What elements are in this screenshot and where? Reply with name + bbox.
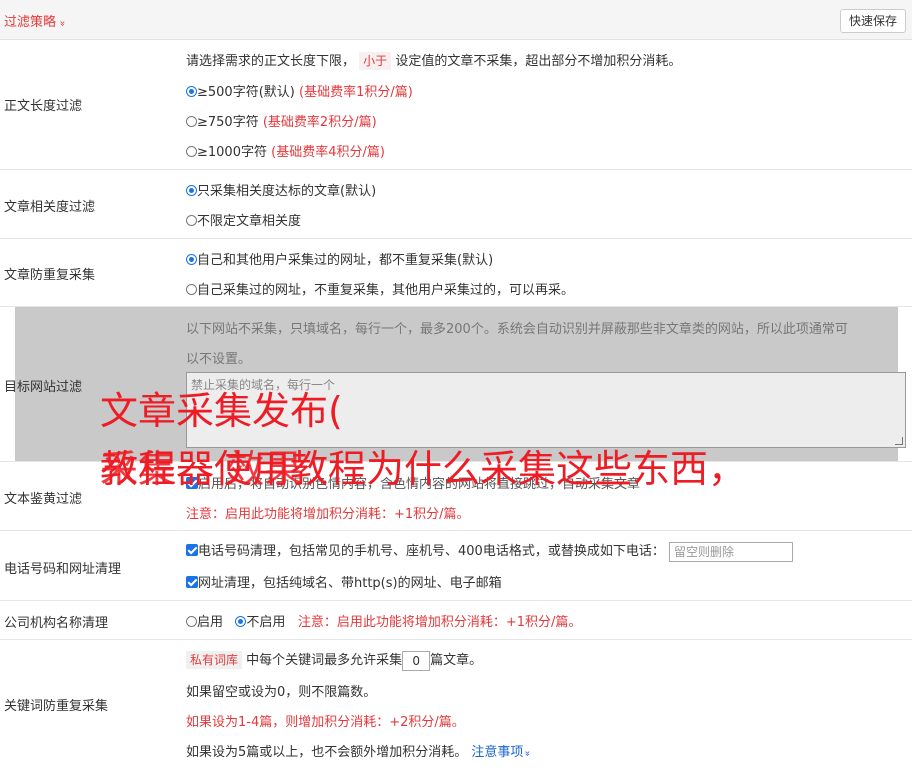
porn-filter-label: 文本鉴黄过滤 xyxy=(4,492,83,507)
length-filter-label: 正文长度过滤 xyxy=(4,99,83,114)
option-label: ≥1000字符 xyxy=(197,145,267,160)
notes-link[interactable]: 注意事项» xyxy=(471,745,533,760)
option-label: 启用 xyxy=(197,615,224,630)
option-label: ≥750字符 xyxy=(197,115,259,130)
site-filter-description-line2: 以不设置。 xyxy=(186,352,252,367)
keyword-dedupe-line4: 如果设为5篇或以上，也不会额外增加积分消耗。 注意事项» xyxy=(186,741,533,760)
relevance-option-qualified[interactable]: 只采集相关度达标的文章(默认) xyxy=(186,180,376,199)
dedupe-option-all-users[interactable]: 自己和其他用户采集过的网址，都不重复采集(默认) xyxy=(186,249,493,268)
length-option-1000[interactable]: ≥1000字符 (基础费率4积分/篇) xyxy=(186,141,385,160)
length-filter-description: 请选择需求的正文长度下限， 小于 设定值的文章不采集，超出部分不增加积分消耗。 xyxy=(186,50,681,70)
url-clean-text: 网址清理，包括纯域名、带http(s)的网址、电子邮箱 xyxy=(198,576,502,591)
contact-clean-row: 电话号码和网址清理 电话号码清理，包括常见的手机号、座机号、400电话格式，或替… xyxy=(0,531,912,601)
keyword-dedupe-line2: 如果留空或设为0，则不限篇数。 xyxy=(186,685,377,700)
radio-selected-icon[interactable] xyxy=(186,86,197,97)
filter-strategy-title[interactable]: 过滤策略» xyxy=(4,11,68,30)
keyword-dedupe-line3: 如果设为1-4篇，则增加积分消耗：+2积分/篇。 xyxy=(186,715,465,730)
less-than-tag: 小于 xyxy=(359,52,392,70)
radio-unselected-icon[interactable] xyxy=(186,215,197,226)
relevance-option-unlimited[interactable]: 不限定文章相关度 xyxy=(186,210,301,229)
dedupe-label: 文章防重复采集 xyxy=(4,268,96,283)
max-articles-per-keyword-input[interactable]: 0 xyxy=(402,650,431,671)
phone-clean-option[interactable]: 电话号码清理，包括常见的手机号、座机号、400电话格式，或替换成如下电话： 留空… xyxy=(186,540,793,562)
company-clean-label: 公司机构名称清理 xyxy=(4,616,109,631)
url-clean-option[interactable]: 网址清理，包括纯域名、带http(s)的网址、电子邮箱 xyxy=(186,572,502,591)
replacement-phone-input[interactable]: 留空则删除 xyxy=(668,541,793,562)
length-option-750[interactable]: ≥750字符 (基础费率2积分/篇) xyxy=(186,111,377,130)
relevance-filter-row: 文章相关度过滤 只采集相关度达标的文章(默认) 不限定文章相关度 xyxy=(0,170,912,239)
length-option-500[interactable]: ≥500字符(默认) (基础费率1积分/篇) xyxy=(186,81,413,100)
company-clean-disable-option[interactable]: 不启用 xyxy=(235,615,285,630)
dedupe-row: 文章防重复采集 自己和其他用户采集过的网址，都不重复采集(默认) 自己采集过的网… xyxy=(0,239,912,307)
url-clean-checkbox[interactable] xyxy=(186,576,198,588)
relevance-filter-label: 文章相关度过滤 xyxy=(4,200,96,215)
overlay-title-line1: 文章采集发布( xyxy=(100,389,343,433)
radio-unselected-icon[interactable] xyxy=(186,616,197,627)
filter-strategy-label: 过滤策略 xyxy=(4,15,57,30)
porn-filter-note: 注意：启用此功能将增加积分消耗：+1积分/篇。 xyxy=(186,507,470,522)
dedupe-option-self-only[interactable]: 自己采集过的网址，不重复采集，其他用户采集过的，可以再采。 xyxy=(186,279,574,298)
radio-selected-icon[interactable] xyxy=(235,616,247,627)
option-label: ≥500字符(默认) xyxy=(197,85,295,100)
option-label: 自己采集过的网址，不重复采集，其他用户采集过的，可以再采。 xyxy=(197,283,575,298)
double-chevron-down-icon: » xyxy=(56,20,68,27)
length-filter-row: 正文长度过滤 请选择需求的正文长度下限， 小于 设定值的文章不采集，超出部分不增… xyxy=(0,40,912,170)
notes-link-label: 注意事项 xyxy=(471,745,524,760)
option-rate-note: (基础费率1积分/篇) xyxy=(299,85,413,100)
keyword-dedupe-row: 关键词防重复采集 私有词库 中每个关键词最多允许采集 0 篇文章。 如果留空或设为0… xyxy=(0,640,912,768)
option-rate-note: (基础费率2积分/篇) xyxy=(262,115,377,130)
filter-strategy-header: 过滤策略» 快速保存 xyxy=(0,0,912,40)
keyword-dedupe-line4-text: 如果设为5篇或以上，也不会额外增加积分消耗。 xyxy=(186,745,468,760)
keyword-dedupe-text: 中每个关键词最多允许采集 xyxy=(246,653,403,668)
company-clean-row: 公司机构名称清理 启用 不启用 注意：启用此功能将增加积分消耗：+1积分/篇。 xyxy=(0,601,912,640)
option-rate-note: (基础费率4积分/篇) xyxy=(271,145,385,160)
phone-clean-checkbox[interactable] xyxy=(186,544,198,556)
option-label: 不启用 xyxy=(246,615,286,630)
option-label: 不限定文章相关度 xyxy=(197,214,302,229)
keyword-dedupe-label: 关键词防重复采集 xyxy=(4,699,109,714)
radio-unselected-icon[interactable] xyxy=(186,284,197,295)
option-label: 自己和其他用户采集过的网址，都不重复采集(默认) xyxy=(197,253,494,268)
radio-selected-icon[interactable] xyxy=(186,185,197,196)
quick-save-button[interactable]: 快速保存 xyxy=(839,9,906,33)
contact-clean-label: 电话号码和网址清理 xyxy=(4,562,122,577)
overlay-title-line2b: 采集器 效果 xyxy=(100,447,303,491)
radio-unselected-icon[interactable] xyxy=(186,116,197,127)
company-clean-enable-option[interactable]: 启用 xyxy=(186,615,223,630)
company-clean-options: 启用 不启用 注意：启用此功能将增加积分消耗：+1积分/篇。 xyxy=(186,611,581,630)
option-label: 只采集相关度达标的文章(默认) xyxy=(197,184,377,199)
phone-clean-text: 电话号码清理，包括常见的手机号、座机号、400电话格式，或替换成如下电话： xyxy=(198,544,665,559)
length-desc-before: 请选择需求的正文长度下限， xyxy=(186,54,356,69)
double-chevron-down-icon: » xyxy=(522,750,533,757)
keyword-dedupe-line1: 私有词库 中每个关键词最多允许采集 0 篇文章。 xyxy=(186,649,482,671)
private-lexicon-tag[interactable]: 私有词库 xyxy=(186,651,243,669)
keyword-dedupe-suffix: 篇文章。 xyxy=(430,653,483,668)
resize-handle-icon[interactable] xyxy=(895,437,903,445)
site-filter-label: 目标网站过滤 xyxy=(4,380,83,395)
company-clean-note: 注意：启用此功能将增加积分消耗：+1积分/篇。 xyxy=(297,615,582,630)
radio-selected-icon[interactable] xyxy=(186,254,197,265)
replacement-phone-placeholder: 留空则删除 xyxy=(673,544,734,559)
site-filter-description-line1: 以下网站不采集，只填域名，每行一个，最多200个。系统会自动识别并屏蔽那些非文章… xyxy=(186,322,848,337)
length-desc-after: 设定值的文章不采集，超出部分不增加积分消耗。 xyxy=(395,54,682,69)
radio-unselected-icon[interactable] xyxy=(186,146,197,157)
